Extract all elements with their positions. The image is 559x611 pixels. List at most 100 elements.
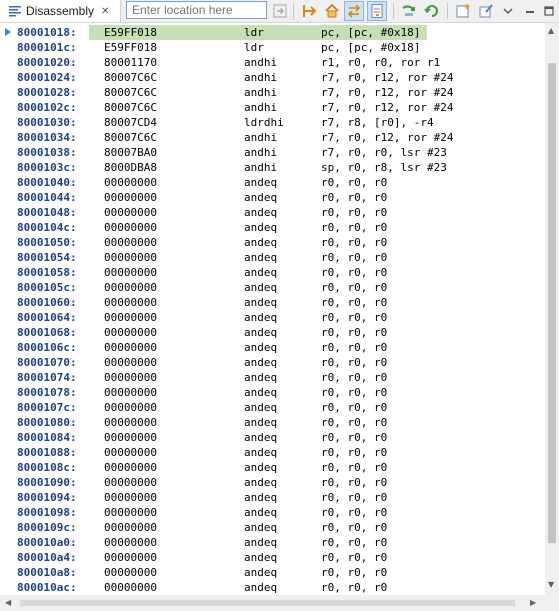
instruction-row[interactable]: 80001030: 80007CD4 ldrdhi r7, r8, [r0], -r4 xyxy=(15,115,545,130)
vertical-scrollbar[interactable]: ▲ ▼ xyxy=(545,23,559,595)
mnemonic-cell: ldrdhi xyxy=(244,116,284,129)
opcode-cell: 00000000 xyxy=(104,341,157,354)
mnemonic-cell: andeq xyxy=(244,236,278,249)
home-view-button[interactable] xyxy=(322,1,342,21)
instruction-row[interactable]: 8000109c: 00000000 andeq r0, r0, r0 xyxy=(15,520,545,535)
edit-button[interactable] xyxy=(476,1,496,21)
toolbar-separator xyxy=(293,3,294,19)
instruction-row[interactable]: 8000105c: 00000000 andeq r0, r0, r0 xyxy=(15,280,545,295)
operands-cell: r0, r0, r0 xyxy=(321,386,388,399)
instruction-row[interactable]: 80001038: 80007BA0 andhi r7, r0, r0, lsr #2… xyxy=(15,145,545,160)
operands-cell: r7, r0, r12, ror #24 xyxy=(321,101,454,114)
home-button[interactable] xyxy=(300,1,320,21)
minimize-button[interactable] xyxy=(520,1,540,21)
instruction-row[interactable]: 80001078: 00000000 andeq r0, r0, r0 xyxy=(15,385,545,400)
current-instruction-row[interactable]: 80001018: E59FF018 ldr pc, [pc, #0x18] xyxy=(15,25,545,40)
close-icon[interactable]: ✕ xyxy=(101,6,109,17)
address-cell: 80001018: xyxy=(17,26,77,39)
instruction-row[interactable]: 80001074: 00000000 andeq r0, r0, r0 xyxy=(15,370,545,385)
disassembly-listing[interactable]: 80001018: E59FF018 ldr pc, [pc, #0x18] 80001… xyxy=(15,23,545,595)
address-cell: 80001088: xyxy=(17,446,77,459)
address-cell: 80001064: xyxy=(17,311,77,324)
scroll-left-icon[interactable]: ◀ xyxy=(5,599,11,607)
scroll-down-icon[interactable]: ▼ xyxy=(548,581,554,589)
maximize-button[interactable] xyxy=(539,1,559,21)
address-cell: 8000103c: xyxy=(17,161,77,174)
mnemonic-cell: andeq xyxy=(244,521,278,534)
address-cell: 80001060: xyxy=(17,296,77,309)
instruction-row[interactable]: 80001020: 80001170 andhi r1, r0, r0, ror r1 xyxy=(15,55,545,70)
go-to-location-button[interactable] xyxy=(271,2,289,20)
instruction-row[interactable]: 8000101c: E59FF018 ldr pc, [pc, #0x18] xyxy=(15,40,545,55)
instruction-row[interactable]: 80001098: 00000000 andeq r0, r0, r0 xyxy=(15,505,545,520)
refresh-button[interactable] xyxy=(422,1,442,21)
address-cell: 80001038: xyxy=(17,146,77,159)
mnemonic-cell: andeq xyxy=(244,296,278,309)
operands-cell: r0, r0, r0 xyxy=(321,416,388,429)
refresh-icon xyxy=(424,5,438,17)
instruction-row[interactable]: 80001040: 00000000 andeq r0, r0, r0 xyxy=(15,175,545,190)
instruction-row[interactable]: 80001054: 00000000 andeq r0, r0, r0 xyxy=(15,250,545,265)
instruction-row[interactable]: 80001084: 00000000 andeq r0, r0, r0 xyxy=(15,430,545,445)
instruction-row[interactable]: 80001090: 00000000 andeq r0, r0, r0 xyxy=(15,475,545,490)
tab-disassembly[interactable]: Disassembly ✕ xyxy=(0,0,121,22)
instruction-row[interactable]: 80001064: 00000000 andeq r0, r0, r0 xyxy=(15,310,545,325)
operands-cell: r0, r0, r0 xyxy=(321,191,388,204)
maximize-icon xyxy=(544,6,554,16)
instruction-row[interactable]: 800010a0: 00000000 andeq r0, r0, r0 xyxy=(15,535,545,550)
instruction-row[interactable]: 80001034: 80007C6C andhi r7, r0, r12, ror #… xyxy=(15,130,545,145)
instruction-row[interactable]: 80001094: 00000000 andeq r0, r0, r0 xyxy=(15,490,545,505)
scroll-right-icon[interactable]: ▶ xyxy=(530,599,536,607)
view-menu-button[interactable] xyxy=(498,1,518,21)
instruction-row[interactable]: 8000103c: 8000DBA8 andhi sp, r0, r8, lsr #2… xyxy=(15,160,545,175)
instruction-row[interactable]: 80001058: 00000000 andeq r0, r0, r0 xyxy=(15,265,545,280)
opcode-cell: 00000000 xyxy=(104,326,157,339)
instruction-row[interactable]: 8000102c: 80007C6C andhi r7, r0, r12, ror #… xyxy=(15,100,545,115)
address-cell: 80001080: xyxy=(17,416,77,429)
instruction-row[interactable]: 80001068: 00000000 andeq r0, r0, r0 xyxy=(15,325,545,340)
operands-cell: r7, r8, [r0], -r4 xyxy=(321,116,434,129)
home-icon xyxy=(325,3,339,18)
mnemonic-cell: andeq xyxy=(244,566,278,579)
instruction-row[interactable]: 800010a4: 00000000 andeq r0, r0, r0 xyxy=(15,550,545,565)
instruction-row[interactable]: 80001088: 00000000 andeq r0, r0, r0 xyxy=(15,445,545,460)
opcode-cell: 00000000 xyxy=(104,536,157,549)
instruction-row[interactable]: 80001060: 00000000 andeq r0, r0, r0 xyxy=(15,295,545,310)
horizontal-scrollbar[interactable]: ◀ ▶ xyxy=(0,595,545,611)
opcode-cell: 00000000 xyxy=(104,446,157,459)
instruction-row[interactable]: 800010ac: 00000000 andeq r0, r0, r0 xyxy=(15,580,545,595)
instruction-row[interactable]: 8000108c: 00000000 andeq r0, r0, r0 xyxy=(15,460,545,475)
mnemonic-cell: andeq xyxy=(244,221,278,234)
instruction-row[interactable]: 80001070: 00000000 andeq r0, r0, r0 xyxy=(15,355,545,370)
instruction-row[interactable]: 800010a8: 00000000 andeq r0, r0, r0 xyxy=(15,565,545,580)
instruction-row[interactable]: 8000104c: 00000000 andeq r0, r0, r0 xyxy=(15,220,545,235)
instruction-row[interactable]: 80001044: 00000000 andeq r0, r0, r0 xyxy=(15,190,545,205)
operands-cell: r0, r0, r0 xyxy=(321,266,388,279)
instruction-row[interactable]: 80001050: 00000000 andeq r0, r0, r0 xyxy=(15,235,545,250)
link-with-pc-button[interactable] xyxy=(344,1,364,21)
instruction-row[interactable]: 80001080: 00000000 andeq r0, r0, r0 xyxy=(15,415,545,430)
go-to-location-icon xyxy=(273,4,287,18)
opcode-cell: 00000000 xyxy=(104,266,157,279)
operands-cell: r0, r0, r0 xyxy=(321,551,388,564)
instruction-row[interactable]: 8000106c: 00000000 andeq r0, r0, r0 xyxy=(15,340,545,355)
opcode-cell: 00000000 xyxy=(104,431,157,444)
show-source-button[interactable] xyxy=(367,1,387,21)
vertical-scroll-thumb[interactable] xyxy=(548,63,556,543)
instruction-row[interactable]: 8000107c: 00000000 andeq r0, r0, r0 xyxy=(15,400,545,415)
operands-cell: r0, r0, r0 xyxy=(321,521,388,534)
new-view-button[interactable] xyxy=(453,1,473,21)
address-cell: 80001090: xyxy=(17,476,77,489)
instruction-row[interactable]: 80001048: 00000000 andeq r0, r0, r0 xyxy=(15,205,545,220)
scroll-up-icon[interactable]: ▲ xyxy=(548,27,554,35)
step-button[interactable] xyxy=(399,1,419,21)
mnemonic-cell: andhi xyxy=(244,71,278,84)
address-cell: 80001054: xyxy=(17,251,77,264)
ruler-gutter[interactable] xyxy=(0,23,15,595)
opcode-cell: 80007C6C xyxy=(104,131,157,144)
instruction-row[interactable]: 80001028: 80007C6C andhi r7, r0, r12, ror #… xyxy=(15,85,545,100)
horizontal-scroll-thumb[interactable] xyxy=(20,600,515,606)
location-input[interactable] xyxy=(126,1,267,19)
instruction-row[interactable]: 80001024: 80007C6C andhi r7, r0, r12, ror #… xyxy=(15,70,545,85)
opcode-cell: 00000000 xyxy=(104,506,157,519)
